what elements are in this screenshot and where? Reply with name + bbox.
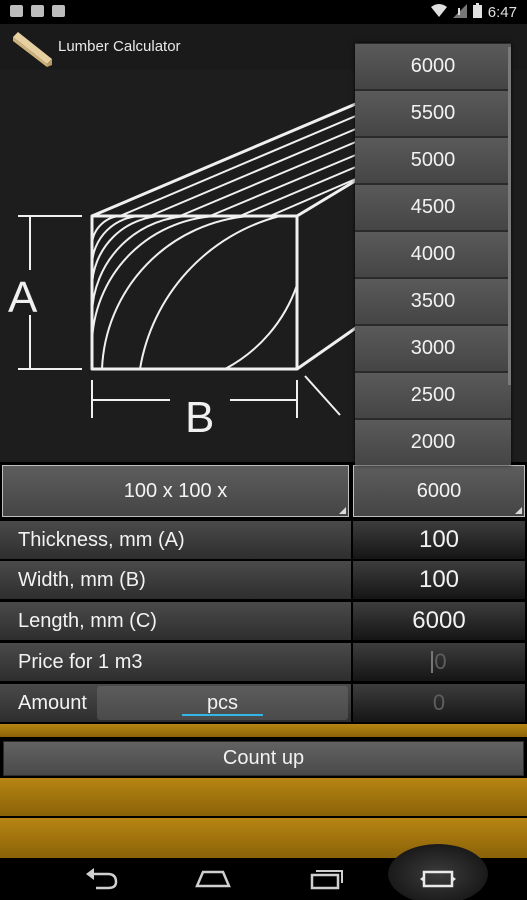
app-title: Lumber Calculator xyxy=(58,38,181,55)
price-label: Price for 1 m3 xyxy=(0,643,351,681)
camera-icon xyxy=(52,5,65,17)
width-input[interactable]: 100 xyxy=(353,561,525,599)
dropdown-option[interactable]: 2000 xyxy=(355,420,511,465)
fullscreen-icon[interactable] xyxy=(418,866,458,892)
length-label: Length, mm (C) xyxy=(0,602,351,640)
clipboard-icon xyxy=(31,5,44,17)
dropdown-option[interactable]: 4500 xyxy=(355,185,511,231)
dimension-b-label: B xyxy=(185,393,215,442)
size-selector[interactable]: 100 x 100 x xyxy=(2,465,349,517)
no-signal-icon xyxy=(452,3,467,22)
wifi-icon xyxy=(430,3,447,22)
text-cursor xyxy=(431,651,434,673)
price-label-text: Price for 1 m3 xyxy=(18,650,143,673)
amount-label-text: Amount xyxy=(18,691,87,714)
thickness-label-text: Thickness, mm (A) xyxy=(18,528,185,551)
width-label-text: Width, mm (B) xyxy=(18,568,146,591)
dropdown-option[interactable]: 3000 xyxy=(355,326,511,372)
length-selector-value: 6000 xyxy=(416,479,462,502)
count-up-label: Count up xyxy=(222,747,305,769)
thickness-label: Thickness, mm (A) xyxy=(0,521,351,559)
wood-band xyxy=(0,724,527,737)
thickness-input[interactable]: 100 xyxy=(353,521,525,559)
dropdown-option[interactable]: 5000 xyxy=(355,138,511,184)
status-bar: 6:47 xyxy=(0,0,527,24)
home-icon[interactable] xyxy=(193,866,233,892)
dimension-a-label: A xyxy=(8,273,38,322)
length-dropdown-list: 6000 5500 5000 4500 4000 3500 3000 2500 … xyxy=(355,43,511,465)
dropdown-option[interactable]: 6000 xyxy=(355,44,511,90)
price-input[interactable]: 0 xyxy=(353,643,525,681)
dropdown-scrollbar[interactable] xyxy=(508,47,511,385)
dropdown-option[interactable]: 5500 xyxy=(355,91,511,137)
unit-selector-value: pcs xyxy=(206,691,239,714)
size-selector-label: 100 x 100 x xyxy=(123,479,228,502)
dropdown-corner-icon xyxy=(339,507,346,514)
battery-icon xyxy=(472,3,482,22)
price-placeholder: 0 xyxy=(434,649,447,674)
length-input[interactable]: 6000 xyxy=(353,602,525,640)
amount-input[interactable]: 0 xyxy=(353,684,525,722)
amount-placeholder: 0 xyxy=(432,690,446,715)
notification-icon xyxy=(10,5,23,17)
thickness-value: 100 xyxy=(418,526,460,553)
unit-focus-underline xyxy=(182,714,263,716)
dropdown-option[interactable]: 2500 xyxy=(355,373,511,419)
dropdown-option[interactable]: 3500 xyxy=(355,279,511,325)
length-selector[interactable]: 6000 xyxy=(353,465,525,517)
back-icon[interactable] xyxy=(82,866,122,892)
wood-band xyxy=(0,778,527,816)
lumber-board-icon xyxy=(10,29,54,67)
count-up-button[interactable]: Count up xyxy=(3,741,524,776)
dropdown-option[interactable]: 4000 xyxy=(355,232,511,278)
width-label: Width, mm (B) xyxy=(0,561,351,599)
width-value: 100 xyxy=(418,566,460,593)
length-value: 6000 xyxy=(412,607,466,634)
length-label-text: Length, mm (C) xyxy=(18,609,157,632)
recent-apps-icon[interactable] xyxy=(306,866,346,892)
clock: 6:47 xyxy=(487,4,517,21)
dropdown-corner-icon xyxy=(515,507,522,514)
